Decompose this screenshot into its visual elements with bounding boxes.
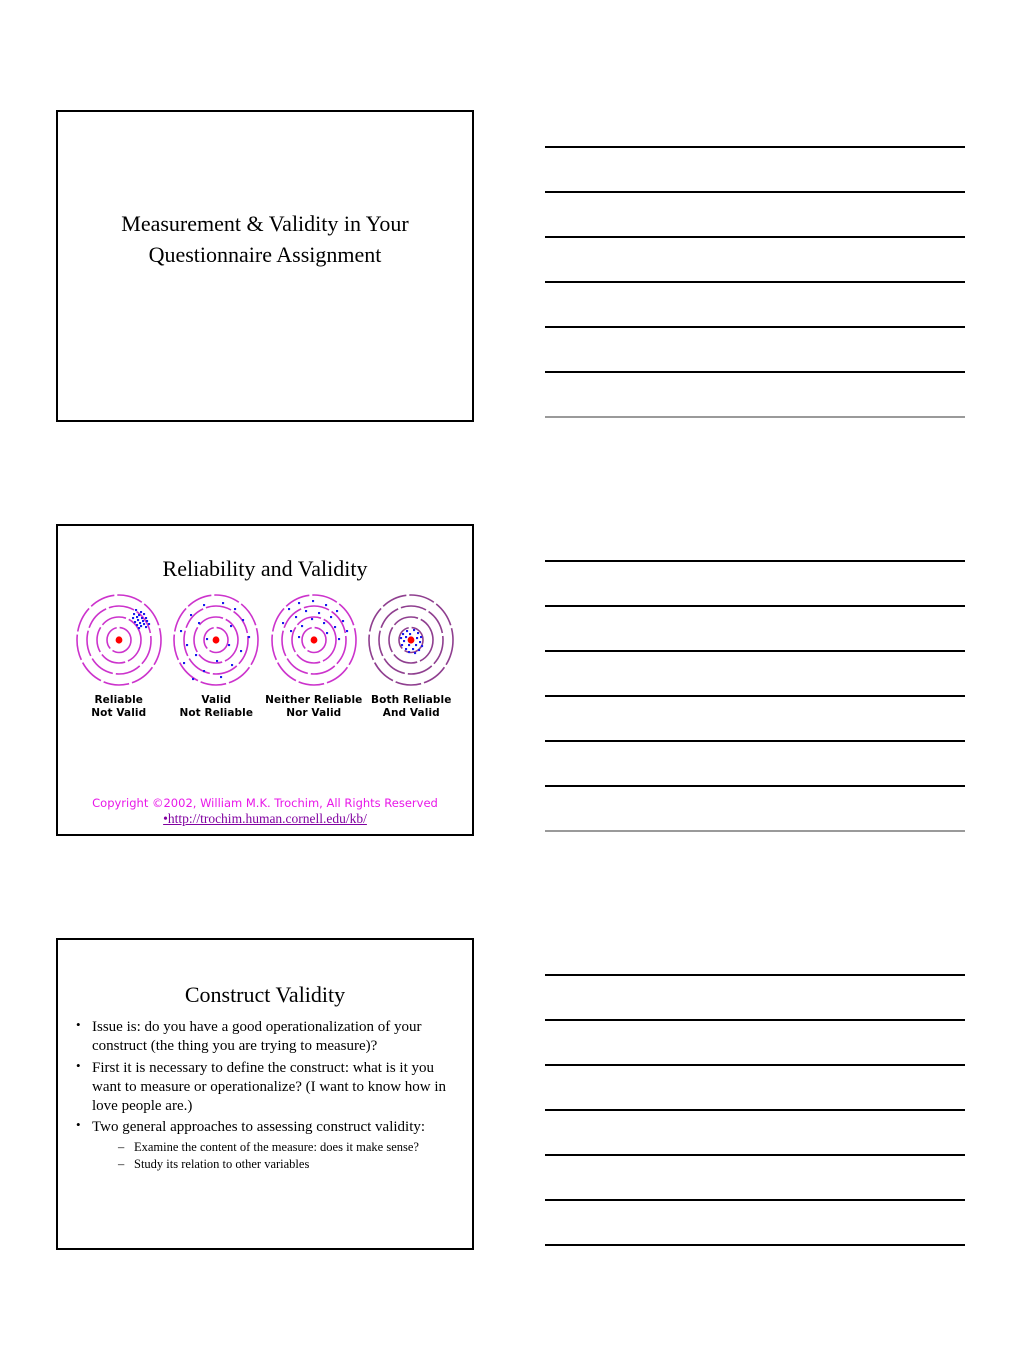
copyright-text: Copyright ©2002, William M.K. Trochim, A… bbox=[92, 796, 438, 811]
note-line bbox=[545, 1244, 965, 1246]
credit-url-link[interactable]: •http://trochim.human.cornell.edu/kb/ bbox=[58, 811, 472, 828]
target-both-reliable-and-valid: Both Reliable And Valid bbox=[363, 592, 461, 720]
sub-bullet-item: Examine the content of the measure: does… bbox=[118, 1139, 458, 1156]
notes-lines-group-3[interactable] bbox=[545, 974, 965, 1246]
caption-line-2: Not Reliable bbox=[179, 706, 254, 719]
slide-title-text: Measurement & Validity in Your Questionn… bbox=[58, 208, 472, 270]
caption-line-1: Neither Reliable bbox=[265, 694, 363, 706]
notes-lines-group-2[interactable] bbox=[545, 560, 965, 832]
note-line bbox=[545, 1019, 965, 1021]
bullseye-icon bbox=[365, 592, 457, 690]
note-line bbox=[545, 830, 965, 832]
caption-line-1: Valid bbox=[201, 694, 232, 706]
note-line bbox=[545, 1109, 965, 1111]
note-line bbox=[545, 1154, 965, 1156]
slide-thumbnail-construct-validity[interactable]: Construct Validity Issue is: do you have… bbox=[56, 938, 474, 1250]
note-line bbox=[545, 650, 965, 652]
note-line bbox=[545, 560, 965, 562]
note-line bbox=[545, 605, 965, 607]
bullet-item: Issue is: do you have a good operational… bbox=[74, 1017, 458, 1056]
bullet-text: Two general approaches to assessing cons… bbox=[92, 1119, 426, 1136]
bullet-item: First it is necessary to define the cons… bbox=[74, 1058, 458, 1116]
slide-heading: Reliability and Validity bbox=[162, 556, 368, 581]
note-line bbox=[545, 1199, 965, 1201]
target-diagram-row: Reliable Not Valid Valid Not Reliable Ne… bbox=[58, 582, 472, 720]
note-line bbox=[545, 326, 965, 328]
title-line-1: Measurement & Validity in Your bbox=[121, 211, 409, 236]
credit-block: Copyright ©2002, William M.K. Trochim, A… bbox=[58, 796, 472, 828]
note-line bbox=[545, 974, 965, 976]
target-reliable-not-valid: Reliable Not Valid bbox=[70, 592, 168, 720]
note-line bbox=[545, 740, 965, 742]
note-line bbox=[545, 191, 965, 193]
caption-line-2: And Valid bbox=[382, 706, 440, 719]
target-valid-not-reliable: Valid Not Reliable bbox=[168, 592, 266, 720]
bullseye-icon bbox=[73, 592, 165, 690]
note-line bbox=[545, 416, 965, 418]
sub-bullet-list: Examine the content of the measure: does… bbox=[92, 1139, 458, 1173]
target-caption: Neither Reliable Nor Valid bbox=[265, 694, 362, 720]
bullseye-icon bbox=[170, 592, 262, 690]
note-line bbox=[545, 371, 965, 373]
caption-line-1: Reliable bbox=[94, 694, 144, 706]
target-neither-reliable-nor-valid: Neither Reliable Nor Valid bbox=[265, 592, 363, 720]
slide-heading: Construct Validity bbox=[184, 982, 346, 1007]
caption-line-2: Nor Valid bbox=[286, 706, 342, 719]
caption-line-2: Not Valid bbox=[91, 706, 147, 719]
slide-thumbnail-reliability-validity[interactable]: Reliability and Validity Reliable Not Va… bbox=[56, 524, 474, 836]
note-line bbox=[545, 236, 965, 238]
bullseye-icon bbox=[268, 592, 360, 690]
handout-page: Measurement & Validity in Your Questionn… bbox=[0, 0, 1020, 1360]
note-line bbox=[545, 281, 965, 283]
caption-line-1: Both Reliable bbox=[371, 694, 452, 706]
note-line bbox=[545, 146, 965, 148]
sub-bullet-item: Study its relation to other variables bbox=[118, 1156, 458, 1173]
target-caption: Valid Not Reliable bbox=[179, 694, 253, 720]
notes-lines-group-1[interactable] bbox=[545, 146, 965, 418]
title-line-2: Questionnaire Assignment bbox=[148, 242, 382, 268]
slide-thumbnail-title[interactable]: Measurement & Validity in Your Questionn… bbox=[56, 110, 474, 422]
target-caption: Reliable Not Valid bbox=[91, 694, 146, 720]
bullet-item: Two general approaches to assessing cons… bbox=[74, 1117, 458, 1173]
note-line bbox=[545, 695, 965, 697]
bullet-list: Issue is: do you have a good operational… bbox=[58, 1017, 472, 1173]
note-line bbox=[545, 785, 965, 787]
note-line bbox=[545, 1064, 965, 1066]
target-caption: Both Reliable And Valid bbox=[371, 694, 451, 720]
